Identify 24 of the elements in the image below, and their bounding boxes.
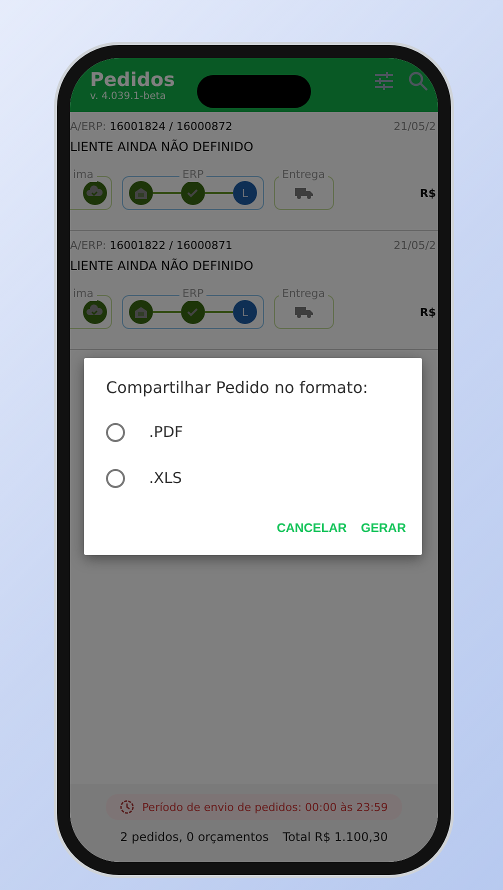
warehouse-icon (129, 300, 153, 324)
order-total: Total R$ 1.100,30 (282, 830, 388, 844)
version-label: v. 4.039.1-beta (90, 90, 167, 102)
order-ids: A/ERP: 16001824 / 16000872 (70, 120, 232, 133)
status-letter-badge: L (233, 300, 257, 324)
order-ids: A/ERP: 16001822 / 16000871 (70, 239, 232, 252)
app-title: Pedidos (90, 68, 175, 90)
status-letter-badge: L (233, 181, 257, 205)
dialog-title: Compartilhar Pedido no formato: (106, 378, 369, 397)
notice-text: Período de envio de pedidos: 00:00 às 23:59 (142, 800, 388, 814)
format-option[interactable]: .PDF (106, 409, 422, 455)
client-name: LIENTE AINDA NÃO DEFINIDO (70, 258, 254, 273)
order-date: 21/05/2 (394, 239, 436, 252)
client-name: LIENTE AINDA NÃO DEFINIDO (70, 139, 254, 154)
order-count: 2 pedidos, 0 orçamentos (120, 830, 269, 844)
order-date: 21/05/2 (394, 120, 436, 133)
format-option[interactable]: .XLS (106, 455, 422, 501)
radio-button[interactable] (106, 422, 125, 442)
radio-button[interactable] (106, 468, 125, 488)
search-icon[interactable] (408, 71, 428, 91)
warehouse-icon (129, 181, 153, 205)
order-amount: R$ (420, 306, 436, 318)
clock-icon (120, 800, 134, 814)
order-amount: R$ (420, 186, 436, 200)
